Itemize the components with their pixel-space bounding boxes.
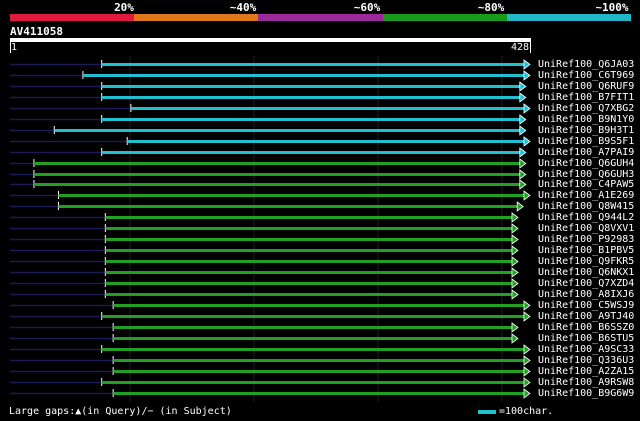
scale-label: =100char. <box>499 406 554 417</box>
hit-name-link[interactable]: UniRef100_P92983 <box>538 234 634 245</box>
hit-name-link[interactable]: UniRef100_Q6NKX1 <box>538 267 634 278</box>
hit-name-link[interactable]: UniRef100_Q336U3 <box>538 355 634 366</box>
hit-name-link[interactable]: UniRef100_C5WSJ9 <box>538 300 634 311</box>
hit-name-link[interactable]: UniRef100_A1E269 <box>538 190 634 201</box>
hit-name-link[interactable]: UniRef100_Q8VXV1 <box>538 223 634 234</box>
hit-name-link[interactable]: UniRef100_Q944L2 <box>538 212 634 223</box>
hit-name-link[interactable]: UniRef100_A7PAI9 <box>538 147 634 158</box>
hit-name-link[interactable]: UniRef100_Q9FKR5 <box>538 256 634 267</box>
hit-name-link[interactable]: UniRef100_Q6JA03 <box>538 59 634 70</box>
hit-list: UniRef100_Q6JA03 UniRef100_C6T969 UniRef10… <box>0 0 640 421</box>
hit-name-link[interactable]: UniRef100_Q7XBG2 <box>538 103 634 114</box>
hit-name-link[interactable]: UniRef100_B9N1Y0 <box>538 114 634 125</box>
hit-name-link[interactable]: UniRef100_Q6RUF9 <box>538 81 634 92</box>
hit-name-link[interactable]: UniRef100_A9RSW8 <box>538 377 634 388</box>
hit-name-link[interactable]: UniRef100_Q6GUH4 <box>538 158 634 169</box>
gaps-legend: Large gaps:▲(in Query)/− (in Subject) <box>9 406 232 417</box>
hit-name-link[interactable]: UniRef100_Q7XZD4 <box>538 278 634 289</box>
hit-name-link[interactable]: UniRef100_B7FIT1 <box>538 92 634 103</box>
hit-name-link[interactable]: UniRef100_C6T969 <box>538 70 634 81</box>
hit-name-link[interactable]: UniRef100_C4PAW5 <box>538 179 634 190</box>
hit-name-link[interactable]: UniRef100_B9H3T1 <box>538 125 634 136</box>
hit-name-link[interactable]: UniRef100_B1PBV5 <box>538 245 634 256</box>
hit-name-link[interactable]: UniRef100_Q8W415 <box>538 201 634 212</box>
hit-name-link[interactable]: UniRef100_B6STU5 <box>538 333 634 344</box>
hit-name-link[interactable]: UniRef100_A9TJ40 <box>538 311 634 322</box>
hit-name-link[interactable]: UniRef100_A8IXJ6 <box>538 289 634 300</box>
hit-name-link[interactable]: UniRef100_B9S5F1 <box>538 136 634 147</box>
hit-name-link[interactable]: UniRef100_A2ZA15 <box>538 366 634 377</box>
hit-name-link[interactable]: UniRef100_B9G6W9 <box>538 388 634 399</box>
hit-name-link[interactable]: UniRef100_A9SC33 <box>538 344 634 355</box>
hit-name-link[interactable]: UniRef100_B6SSZ0 <box>538 322 634 333</box>
scale-bar <box>478 410 496 414</box>
